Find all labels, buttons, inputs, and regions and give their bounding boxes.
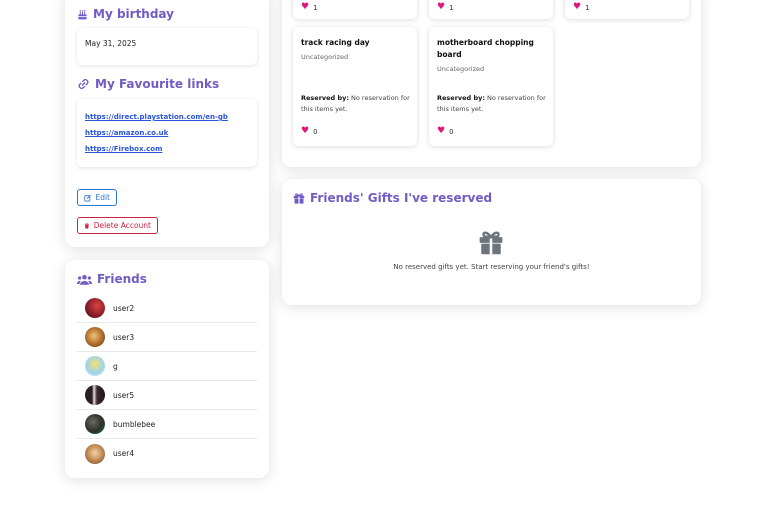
profile-card: My birthday May 31, 2025 My Favourite li… [65, 0, 269, 247]
gift-reservation: Reserved by: No reservation for this ite… [437, 93, 547, 115]
reserved-gifts-card: Friends' Gifts I've reserved No reserved… [282, 179, 701, 305]
heart-icon: ♥ [437, 2, 446, 12]
favourite-links-heading: My Favourite links [77, 77, 219, 91]
heart-icon: ♥ [301, 2, 310, 12]
favourite-link-3[interactable]: https://Firebox.com [85, 145, 162, 153]
edit-button-label: Edit [95, 193, 110, 202]
friend-row[interactable]: user2 [77, 294, 257, 323]
gift-reservation: Reserved by: No reservation for this ite… [301, 93, 411, 115]
wishlist-card: ♥ 1 ♥ 1 ♥ 1 track racing day Uncategoriz… [282, 0, 701, 167]
gift-category: Uncategorized [437, 65, 485, 73]
favourite-links-box: https://direct.playstation.com/en-gb htt… [77, 99, 257, 167]
like-count[interactable]: ♥ 1 [301, 3, 318, 12]
friend-name: user3 [113, 332, 135, 342]
friends-heading-text: Friends [97, 272, 147, 286]
empty-gift-icon [479, 231, 503, 255]
friend-name: user2 [113, 303, 135, 313]
friend-name: g [113, 361, 118, 371]
friends-heading: Friends [77, 272, 147, 286]
like-count[interactable]: ♥ 1 [437, 3, 454, 12]
like-count-value: 1 [585, 3, 590, 12]
gift-card[interactable]: ♥ 1 [565, 0, 689, 19]
link-icon [78, 78, 89, 90]
like-count-value: 1 [449, 3, 454, 12]
avatar [85, 298, 105, 318]
friend-row[interactable]: user3 [77, 323, 257, 352]
friend-name: user5 [113, 390, 135, 400]
reserved-gifts-heading: Friends' Gifts I've reserved [293, 191, 492, 205]
like-count-value: 0 [313, 127, 318, 136]
trash-icon [84, 222, 89, 228]
favourite-links-heading-text: My Favourite links [95, 77, 220, 91]
birthday-cake-icon [78, 9, 87, 19]
friend-row[interactable]: user4 [77, 439, 257, 468]
avatar [85, 327, 105, 347]
reserved-gifts-heading-text: Friends' Gifts I've reserved [310, 191, 493, 205]
reserved-by-label: Reserved by: [437, 94, 485, 102]
favourite-link-2[interactable]: https://amazon.co.uk [85, 129, 168, 137]
gift-card[interactable]: ♥ 1 [429, 0, 553, 19]
gift-category: Uncategorized [301, 53, 349, 61]
heart-icon: ♥ [573, 2, 582, 12]
favourite-link-1[interactable]: https://direct.playstation.com/en-gb [85, 113, 228, 121]
friend-row[interactable]: user5 [77, 381, 257, 410]
avatar [85, 443, 105, 464]
birthday-date: May 31, 2025 [85, 39, 137, 48]
gift-title: motherboard chopping board [437, 38, 534, 59]
friend-name: user4 [113, 449, 135, 458]
delete-account-label: Delete Account [93, 221, 151, 230]
like-count-value: 1 [313, 3, 318, 12]
friend-name: bumblebee [113, 419, 156, 429]
reserved-by-label: Reserved by: [301, 94, 349, 102]
avatar [85, 385, 105, 405]
friends-card: Friends user2 user3 g user5 bumblebee us… [65, 260, 269, 478]
like-count-value: 0 [449, 127, 454, 136]
heart-icon: ♥ [437, 126, 446, 136]
avatar [85, 414, 105, 434]
avatar [85, 356, 105, 376]
edit-button[interactable]: Edit [77, 189, 117, 206]
like-count[interactable]: ♥ 0 [437, 127, 454, 136]
birthday-heading: My birthday [77, 7, 174, 21]
delete-account-button[interactable]: Delete Account [77, 217, 158, 234]
gift-card[interactable]: track racing day Uncategorized Reserved … [293, 27, 417, 146]
birthday-box: May 31, 2025 [77, 28, 257, 65]
friend-row[interactable]: bumblebee [77, 410, 257, 439]
gift-title: track racing day [301, 38, 370, 47]
heart-icon: ♥ [301, 126, 310, 136]
like-count[interactable]: ♥ 1 [573, 3, 590, 12]
friend-row[interactable]: g [77, 352, 257, 381]
gift-card[interactable]: ♥ 1 [293, 0, 417, 19]
gift-icon [293, 193, 305, 204]
reserved-empty-text: No reserved gifts yet. Start reserving y… [393, 263, 590, 271]
birthday-heading-text: My birthday [93, 7, 174, 21]
edit-icon [84, 194, 91, 201]
users-icon [77, 274, 92, 285]
gift-card[interactable]: motherboard chopping board Uncategorized… [429, 27, 553, 146]
like-count[interactable]: ♥ 0 [301, 127, 318, 136]
